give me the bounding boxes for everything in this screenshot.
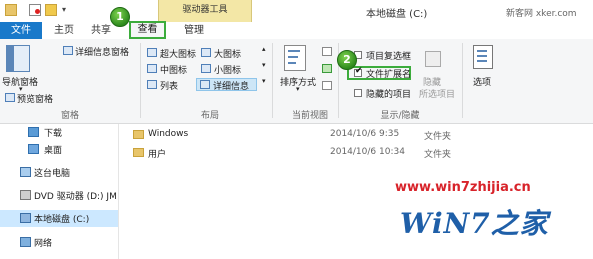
tab-view[interactable]: 查看 (129, 21, 166, 39)
hidden-items-label[interactable]: 隐藏的项目 (366, 87, 411, 100)
network-icon (20, 237, 31, 247)
check-icon: ✔ (355, 66, 363, 76)
computer-icon (20, 167, 31, 177)
folder-icon (133, 148, 144, 157)
large-icons-icon (201, 48, 211, 57)
desktop-icon (28, 144, 39, 154)
nav-item-this-pc[interactable]: 这台电脑 (0, 164, 118, 181)
layout-scroll-down-icon[interactable]: ▾ (262, 61, 266, 69)
ribbon-view-panel: 导航窗格 ▾ 预览窗格 详细信息窗格 窗格 超大图标 大图标 中图标 小图标 列… (0, 39, 593, 124)
nav-item-desktop[interactable]: 桌面 (0, 141, 118, 158)
dvd-drive-icon (20, 190, 31, 200)
preview-pane-icon (5, 93, 15, 102)
group-divider (140, 43, 141, 118)
window-title: 本地磁盘 (C:) (366, 9, 428, 20)
ribbon-tabs: 文件 主页 共享 查看 管理 (0, 21, 593, 40)
medium-icons-icon (147, 64, 157, 73)
tab-home[interactable]: 主页 (48, 22, 80, 39)
extra-large-icons-option[interactable]: 超大图标 (160, 47, 196, 60)
nav-label-desktop: 桌面 (44, 146, 63, 156)
customize-toolbar-icon[interactable]: ▾ (62, 4, 70, 16)
group-divider (272, 43, 273, 118)
details-pane-button[interactable]: 详细信息窗格 (75, 45, 129, 58)
pane-splitter[interactable] (118, 124, 119, 259)
navigation-pane: 下载 桌面 这台电脑 DVD 驱动器 (D:) JM 本地磁盘 (C:) 网络 (0, 124, 118, 259)
extra-large-icons-icon (147, 48, 157, 57)
small-icons-option[interactable]: 小图标 (214, 63, 241, 76)
group-divider (462, 43, 463, 118)
details-option[interactable]: 详细信息 (196, 78, 257, 92)
drive-tools-context-header: 驱动器工具 (158, 0, 252, 22)
group-label-layout: 布局 (200, 111, 219, 121)
nav-label-downloads: 下载 (44, 129, 63, 139)
nav-item-downloads[interactable]: 下载 (0, 124, 118, 141)
large-icons-option[interactable]: 大图标 (214, 47, 241, 60)
sort-by-icon (284, 45, 306, 71)
group-label-current-view: 当前视图 (291, 111, 328, 121)
nav-label-dvd-drive: DVD 驱动器 (D:) JM (34, 192, 117, 202)
site-watermark: 新客网 xker.com (506, 9, 577, 19)
folder-icon (133, 130, 144, 139)
group-label-show-hide: 显示/隐藏 (380, 111, 420, 121)
list-icon (147, 80, 157, 89)
list-option[interactable]: 列表 (160, 79, 178, 92)
options-icon (473, 45, 493, 69)
medium-icons-option[interactable]: 中图标 (160, 63, 187, 76)
small-icons-icon (201, 64, 211, 73)
title-bar: ▾ 驱动器工具 本地磁盘 (C:) 新客网 xker.com (0, 0, 593, 22)
nav-label-network: 网络 (34, 239, 53, 249)
chevron-down-icon: ▾ (296, 85, 300, 93)
watermark-url: www.win7zhijia.cn (395, 180, 531, 195)
nav-item-local-disk[interactable]: 本地磁盘 (C:) (0, 210, 118, 227)
file-type: 文件夹 (424, 150, 452, 160)
properties-icon[interactable] (29, 4, 41, 16)
layout-scroll-up-icon[interactable]: ▴ (262, 45, 266, 53)
file-extensions-label[interactable]: 文件扩展名 (366, 67, 411, 80)
hidden-items-checkbox[interactable] (354, 89, 362, 97)
nav-item-network[interactable]: 网络 (0, 234, 118, 251)
downloads-icon (28, 127, 39, 137)
file-extensions-checkbox[interactable]: ✔ (354, 66, 363, 77)
tab-manage[interactable]: 管理 (178, 22, 210, 39)
step-badge-2: 2 (337, 50, 357, 70)
file-name: 用户 (148, 150, 167, 160)
new-folder-icon[interactable] (45, 4, 57, 16)
add-columns-icon[interactable] (322, 64, 332, 73)
group-by-icon[interactable] (322, 47, 332, 56)
file-row[interactable]: 用户 2014/10/6 10:34 文件夹 (130, 146, 451, 160)
hide-selected-items-label: 所选项目 (419, 90, 456, 100)
details-view-icon (200, 80, 210, 89)
tab-file[interactable]: 文件 (0, 22, 42, 39)
navigation-pane-icon (6, 45, 30, 72)
watermark-logo: WiN7之家 (400, 207, 549, 240)
tab-share[interactable]: 共享 (86, 22, 116, 39)
nav-item-dvd-drive[interactable]: DVD 驱动器 (D:) JM (0, 187, 118, 204)
file-name: Windows (148, 129, 189, 139)
details-pane-icon (63, 46, 73, 55)
size-columns-icon[interactable] (322, 81, 332, 90)
details-option-label: 详细信息 (213, 82, 250, 92)
file-row[interactable]: Windows 2014/10/6 9:35 文件夹 (130, 128, 451, 142)
preview-pane-button[interactable]: 预览窗格 (17, 92, 53, 105)
group-label-panes: 窗格 (60, 111, 79, 121)
nav-label-this-pc: 这台电脑 (34, 169, 71, 179)
file-type: 文件夹 (424, 132, 452, 142)
file-date: 2014/10/6 10:34 (330, 147, 405, 157)
folder-icon[interactable] (5, 4, 17, 16)
layout-expand-icon[interactable]: ▾ (262, 77, 266, 85)
options-button[interactable]: 选项 (473, 75, 491, 88)
drive-icon (20, 213, 31, 223)
file-date: 2014/10/6 9:35 (330, 129, 400, 139)
nav-label-local-disk: 本地磁盘 (C:) (34, 215, 90, 225)
step-badge-1: 1 (110, 7, 130, 27)
hide-selected-icon (425, 51, 441, 67)
item-checkboxes-label[interactable]: 项目复选框 (366, 49, 411, 62)
